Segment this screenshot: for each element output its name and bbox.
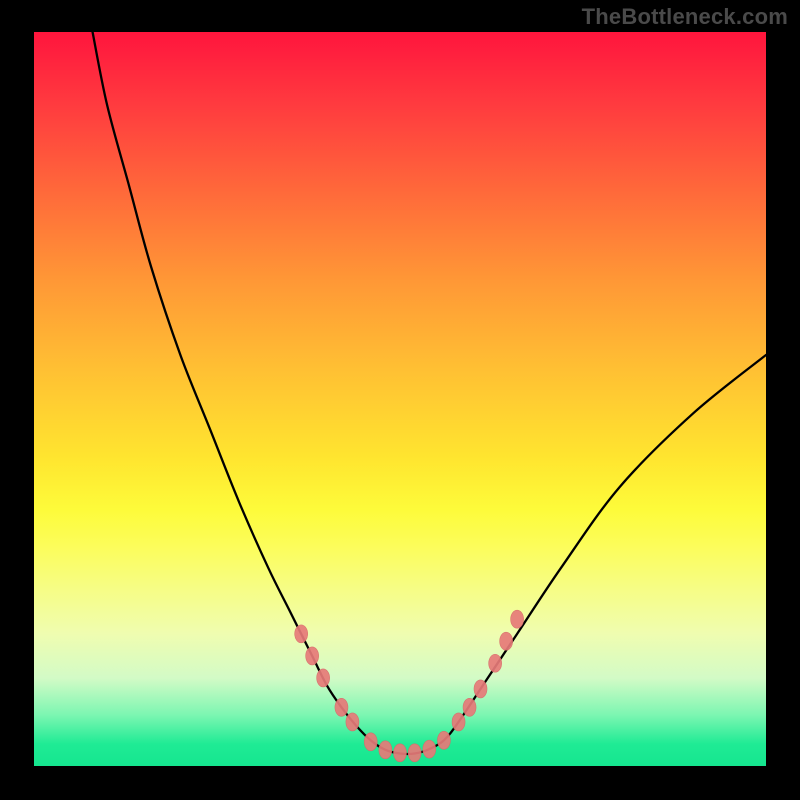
curve-marker	[295, 625, 308, 643]
curve-marker	[317, 669, 330, 687]
curve-marker	[346, 713, 359, 731]
curve-markers	[295, 610, 524, 762]
curve-marker	[474, 680, 487, 698]
curve-marker	[306, 647, 319, 665]
chart-frame: TheBottleneck.com	[0, 0, 800, 800]
watermark-text: TheBottleneck.com	[582, 4, 788, 30]
plot-area	[34, 32, 766, 766]
curve-marker	[364, 733, 377, 751]
curve-marker	[379, 741, 392, 759]
curve-marker	[408, 744, 421, 762]
bottleneck-curve	[93, 32, 766, 754]
curve-marker	[489, 654, 502, 672]
chart-svg	[34, 32, 766, 766]
curve-marker	[423, 740, 436, 758]
curve-marker	[335, 698, 348, 716]
curve-marker	[452, 713, 465, 731]
curve-marker	[511, 610, 524, 628]
curve-marker	[463, 698, 476, 716]
curve-marker	[437, 731, 450, 749]
curve-marker	[394, 744, 407, 762]
curve-marker	[500, 632, 513, 650]
